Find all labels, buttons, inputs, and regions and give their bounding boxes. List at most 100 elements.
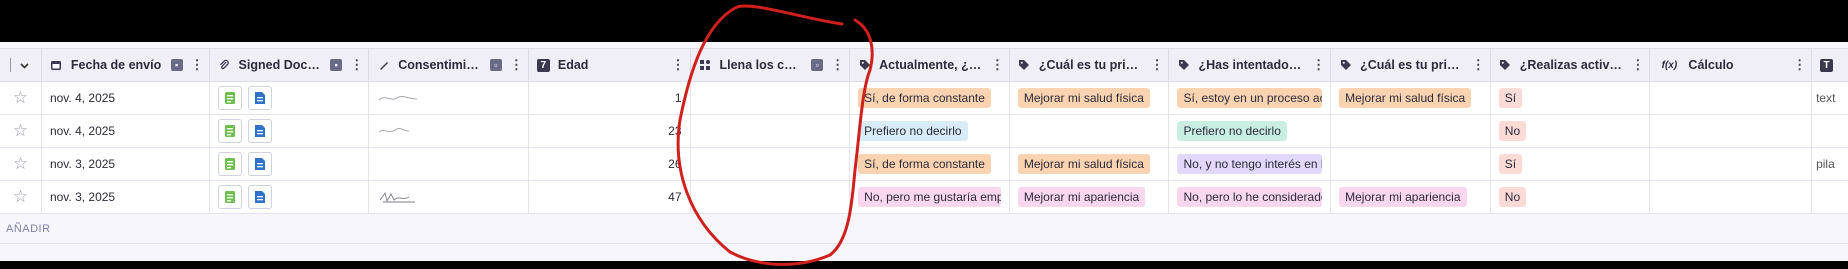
column-menu-icon[interactable]: ⋮	[831, 58, 844, 71]
column-menu-icon[interactable]: ⋮	[510, 58, 523, 71]
row-star[interactable]: ☆	[0, 82, 42, 114]
cell-realizas[interactable]: Sí	[1491, 82, 1651, 114]
column-menu-icon[interactable]: ⋮	[1472, 58, 1485, 71]
cell-texto[interactable]	[1812, 181, 1848, 213]
cell-calculo[interactable]	[1650, 148, 1813, 180]
star-icon[interactable]: ☆	[13, 154, 28, 174]
cell-signed-documents[interactable]	[210, 82, 370, 114]
cell-texto[interactable]: text	[1812, 82, 1848, 114]
column-header-cual-es-tu-principal-2[interactable]: ¿Cuál es tu princi... ⋮	[1331, 49, 1491, 81]
blue-document-icon[interactable]	[247, 152, 272, 176]
cell-principal-1[interactable]	[1010, 115, 1170, 147]
column-header-calculo[interactable]: f(x) Cálculo ⋮	[1650, 49, 1813, 81]
add-row-button[interactable]: AÑADIR	[0, 223, 51, 235]
cell-signed-documents[interactable]	[210, 181, 370, 213]
column-menu-icon[interactable]: ⋮	[1312, 58, 1325, 71]
cell-llena-los-campos[interactable]	[691, 148, 851, 180]
cell-calculo[interactable]	[1650, 115, 1813, 147]
column-header-has-intentado[interactable]: ¿Has intentado p... ⋮	[1169, 49, 1332, 81]
row-star[interactable]: ☆	[0, 115, 42, 147]
green-document-icon[interactable]	[217, 119, 242, 143]
column-menu-icon[interactable]: ⋮	[1631, 58, 1644, 71]
cell-realizas[interactable]: No	[1491, 181, 1651, 213]
cell-fecha[interactable]: nov. 3, 2025	[42, 148, 210, 180]
option-tag: No, y no tengo interés en ha	[1177, 154, 1323, 174]
star-icon[interactable]: ☆	[13, 187, 28, 207]
cell-principal-2[interactable]	[1331, 115, 1491, 147]
option-tag: Sí, de forma constante	[858, 154, 991, 174]
column-menu-icon[interactable]: ⋮	[672, 58, 685, 71]
cell-principal-2[interactable]	[1331, 148, 1491, 180]
column-menu-icon[interactable]: ⋮	[1793, 58, 1806, 71]
column-header-consentimiento[interactable]: Consentimient... ▫ ⋮	[369, 49, 529, 81]
green-document-icon[interactable]	[217, 185, 242, 209]
cell-intentado[interactable]: No, y no tengo interés en ha	[1169, 148, 1332, 180]
cell-consentimiento[interactable]	[369, 115, 529, 147]
green-document-icon[interactable]	[217, 86, 242, 110]
column-header-signed-documents[interactable]: Signed Docum... ▪ ⋮	[210, 49, 370, 81]
column-header-fecha[interactable]: Fecha de envío ▪ ⋮	[42, 49, 210, 81]
cell-actualmente[interactable]: No, pero me gustaría empe	[850, 181, 1010, 213]
cell-edad[interactable]: 23	[529, 115, 691, 147]
column-menu-icon[interactable]: ⋮	[350, 58, 363, 71]
cell-consentimiento[interactable]	[369, 82, 529, 114]
cell-texto[interactable]	[1812, 115, 1848, 147]
table-row[interactable]: ☆ nov. 4, 2025 1 Sí, de forma constante …	[0, 82, 1848, 115]
column-header-cual-es-tu-principal-1[interactable]: ¿Cuál es tu princi... ⋮	[1010, 49, 1170, 81]
blue-document-icon[interactable]	[247, 119, 272, 143]
cell-calculo[interactable]	[1650, 82, 1813, 114]
blue-document-icon[interactable]	[247, 185, 272, 209]
cell-realizas[interactable]: Sí	[1491, 148, 1651, 180]
cell-edad[interactable]: 1	[529, 82, 691, 114]
cell-principal-1[interactable]: Mejorar mi apariencia	[1010, 181, 1170, 213]
cell-fecha[interactable]: nov. 3, 2025	[42, 181, 210, 213]
cell-principal-1[interactable]: Mejorar mi salud física	[1010, 82, 1170, 114]
chevron-down-icon[interactable]	[18, 59, 31, 72]
cell-llena-los-campos[interactable]	[691, 82, 851, 114]
column-label: Signed Docum...	[238, 58, 323, 72]
cell-actualmente[interactable]: Prefiero no decirlo	[850, 115, 1010, 147]
cell-edad[interactable]: 47	[529, 181, 691, 213]
star-icon[interactable]: ☆	[13, 88, 28, 108]
add-row[interactable]: AÑADIR	[0, 214, 1848, 244]
column-header-actualmente[interactable]: Actualmente, ¿es... ⋮	[850, 49, 1010, 81]
column-header-edad[interactable]: 7 Edad ⋮	[529, 49, 691, 81]
column-header-texto[interactable]: T	[1812, 49, 1848, 81]
cell-llena-los-campos[interactable]	[691, 115, 851, 147]
cell-intentado[interactable]: Prefiero no decirlo	[1169, 115, 1332, 147]
column-menu-icon[interactable]: ⋮	[991, 58, 1004, 71]
cell-fecha[interactable]: nov. 4, 2025	[42, 82, 210, 114]
cell-signed-documents[interactable]	[210, 115, 370, 147]
cell-consentimiento[interactable]	[369, 181, 529, 213]
select-all-header[interactable]	[0, 49, 42, 81]
cell-consentimiento[interactable]	[369, 148, 529, 180]
table-row[interactable]: ☆ nov. 4, 2025 23 Prefiero no decirlo Pr…	[0, 115, 1848, 148]
cell-fecha[interactable]: nov. 4, 2025	[42, 115, 210, 147]
data-grid: Fecha de envío ▪ ⋮ Signed Docum... ▪ ⋮ C…	[0, 42, 1848, 261]
cell-realizas[interactable]: No	[1491, 115, 1651, 147]
cell-principal-2[interactable]: Mejorar mi apariencia	[1331, 181, 1491, 213]
cell-edad[interactable]: 26	[529, 148, 691, 180]
star-icon[interactable]: ☆	[13, 121, 28, 141]
row-star[interactable]: ☆	[0, 148, 42, 180]
column-menu-icon[interactable]: ⋮	[191, 58, 204, 71]
green-document-icon[interactable]	[217, 152, 242, 176]
cell-calculo[interactable]	[1650, 181, 1813, 213]
cell-principal-2[interactable]: Mejorar mi salud física	[1331, 82, 1491, 114]
cell-actualmente[interactable]: Sí, de forma constante	[850, 82, 1010, 114]
column-menu-icon[interactable]: ⋮	[1150, 58, 1163, 71]
cell-intentado[interactable]: Sí, estoy en un proceso acti	[1169, 82, 1332, 114]
column-header-llena-los-campos[interactable]: Llena los camp... ▫ ⋮	[691, 49, 851, 81]
cell-actualmente[interactable]: Sí, de forma constante	[850, 148, 1010, 180]
cell-llena-los-campos[interactable]	[691, 181, 851, 213]
cell-intentado[interactable]: No, pero lo he considerado	[1169, 181, 1332, 213]
table-row[interactable]: ☆ nov. 3, 2025 47 No, pero me gustaría e…	[0, 181, 1848, 214]
table-row[interactable]: ☆ nov. 3, 2025 26 Sí, de forma constante…	[0, 148, 1848, 181]
cell-principal-1[interactable]: Mejorar mi salud física	[1010, 148, 1170, 180]
cell-texto[interactable]: pila	[1812, 148, 1848, 180]
checkbox-edge[interactable]	[9, 58, 12, 72]
row-star[interactable]: ☆	[0, 181, 42, 213]
cell-signed-documents[interactable]	[210, 148, 370, 180]
blue-document-icon[interactable]	[247, 86, 272, 110]
column-header-realizas-actividad[interactable]: ¿Realizas activida... ⋮	[1491, 49, 1651, 81]
